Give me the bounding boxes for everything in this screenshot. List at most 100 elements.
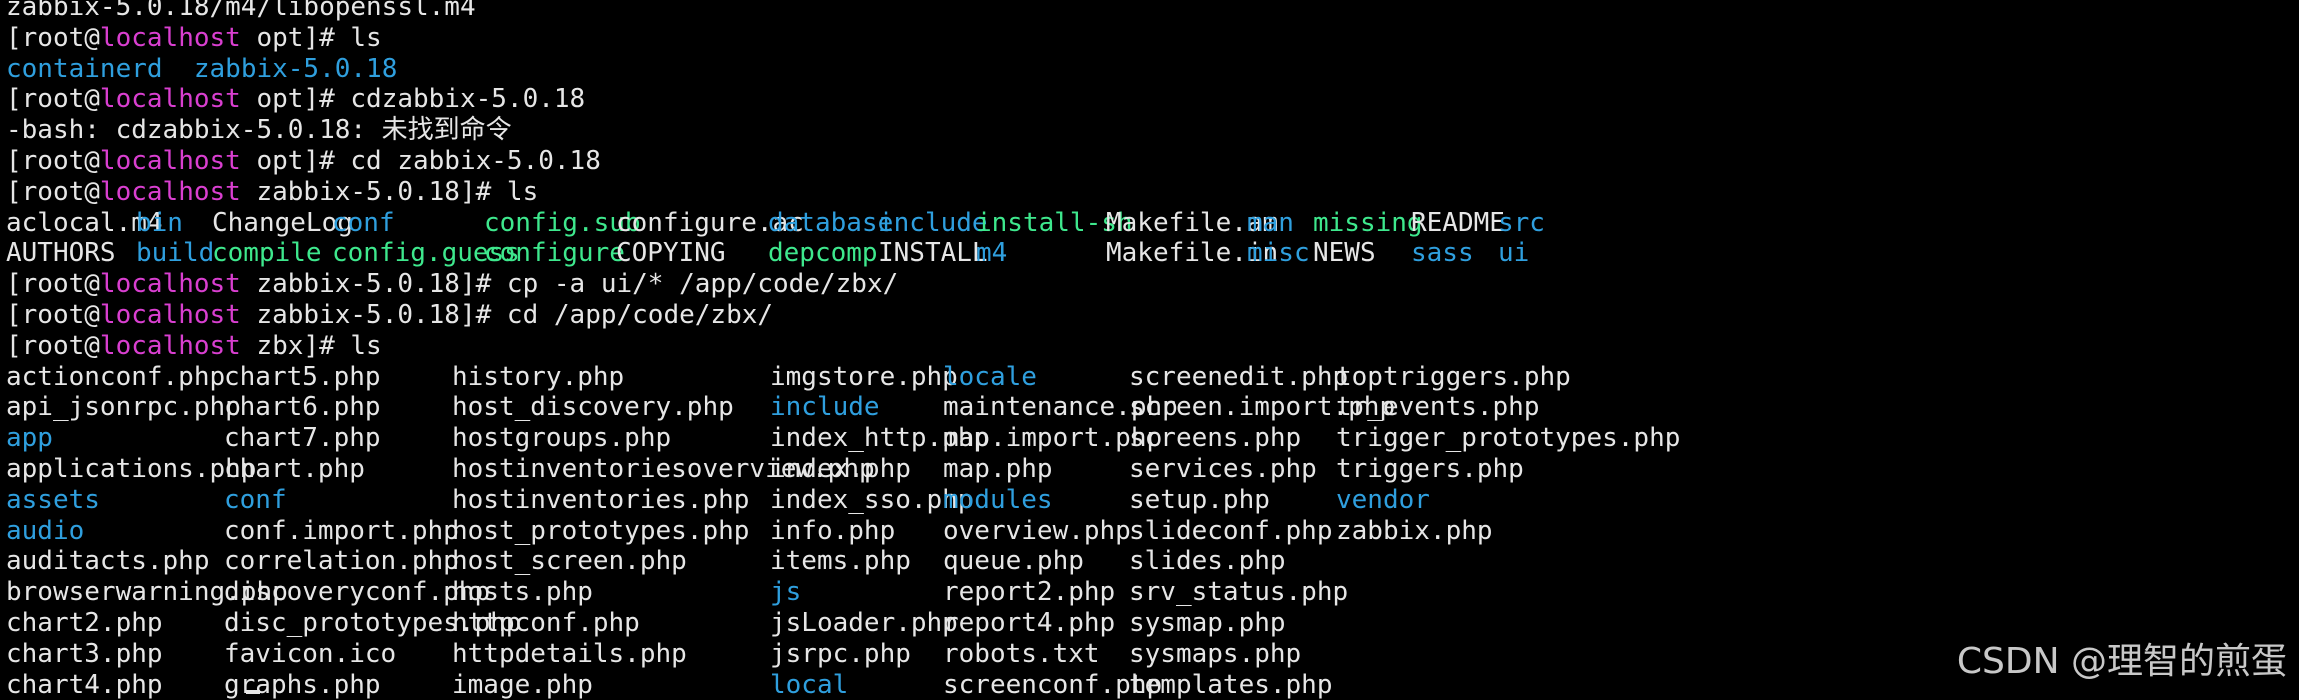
terminal-cursor: [246, 690, 260, 694]
file-entry: history.php: [452, 361, 625, 392]
terminal-output[interactable]: zabbix-5.0.18/m4/libopenssl.m4 [root@loca…: [6, 0, 1680, 700]
command-text: cd /app/code/zbx/: [506, 299, 774, 330]
dir-entry: include: [878, 207, 988, 238]
file-entry: chart5.php: [224, 361, 381, 392]
file-entry: chart7.php: [224, 423, 381, 454]
command-text: cdzabbix-5.0.18: [350, 84, 586, 115]
prompt-user: [root@: [6, 330, 100, 361]
exec-entry: configure: [484, 238, 625, 269]
file-entry: tr_events.php: [1336, 392, 1540, 423]
file-entry: sysmaps.php: [1129, 638, 1302, 669]
ls-row: applications.php chart.php hostinventories…: [6, 453, 1524, 485]
ls-row: chart4.php graphs.php image.php local screen…: [6, 669, 1333, 700]
ls-row: app chart7.php hostgroups.php index_http.ph…: [6, 423, 1680, 454]
dir-entry: conf: [332, 207, 395, 238]
exec-entry: compile: [212, 238, 322, 269]
file-entry: conf.import.php: [224, 515, 459, 546]
dir-entry: audio: [6, 515, 85, 546]
file-entry: report2.php: [943, 577, 1116, 608]
file-entry: NEWS: [1313, 238, 1376, 269]
file-entry: index.php: [770, 453, 911, 484]
file-entry: INSTALL: [878, 238, 988, 269]
file-entry: slideconf.php: [1129, 515, 1333, 546]
terminal-text: zabbix-5.0.18/m4/libopenssl.m4: [6, 0, 476, 22]
prompt-host: localhost: [99, 330, 241, 361]
dir-entry: m4: [976, 238, 1008, 269]
file-entry: applications.php: [6, 453, 257, 484]
file-entry: trigger_prototypes.php: [1336, 423, 1681, 454]
file-entry: httpconf.php: [452, 607, 640, 638]
prompt-line: [root@localhost opt]# cd zabbix-5.0.18: [6, 146, 898, 177]
file-entry: info.php: [770, 515, 896, 546]
dir-entry: include: [770, 392, 880, 423]
file-entry: host_discovery.php: [452, 392, 734, 423]
prompt-user: [root@: [6, 299, 100, 330]
file-entry: triggers.php: [1336, 453, 1524, 484]
file-entry: services.php: [1129, 453, 1317, 484]
file-entry: graphs.php: [224, 669, 381, 700]
file-entry: map.php: [943, 453, 1053, 484]
dir-entry: app: [6, 423, 53, 454]
file-entry: screens.php: [1129, 423, 1302, 454]
file-entry: hosts.php: [452, 577, 593, 608]
prompt-cwd: zbx]#: [240, 330, 351, 361]
ls-row: assets conf hostinventories.php index_sso.p…: [6, 484, 1430, 516]
file-entry: actionconf.php: [6, 361, 226, 392]
dir-entry: modules: [943, 484, 1053, 515]
file-entry: image.php: [452, 669, 593, 700]
dir-entry: conf: [224, 484, 287, 515]
ls-row: audio conf.import.php host_prototypes.php i…: [6, 515, 1493, 547]
file-entry: srv_status.php: [1129, 577, 1349, 608]
file-entry: setup.php: [1129, 484, 1270, 515]
file-entry: discoveryconf.php: [224, 577, 491, 608]
file-entry: sysmap.php: [1129, 607, 1286, 638]
file-entry: robots.txt: [943, 638, 1100, 669]
file-entry: hostgroups.php: [452, 423, 672, 454]
dir-entry: locale: [943, 361, 1037, 392]
prompt-host: localhost: [99, 269, 241, 300]
dir-entry: src: [1498, 207, 1545, 238]
file-entry: httpdetails.php: [452, 638, 687, 669]
dir-entry: containerd: [6, 53, 163, 84]
file-entry: favicon.ico: [224, 638, 397, 669]
file-entry: COPYING: [616, 238, 726, 269]
dir-entry: ui: [1498, 238, 1530, 269]
prompt-host: localhost: [99, 22, 241, 53]
ls-row: chart3.php favicon.ico httpdetails.php jsrp…: [6, 638, 1301, 670]
ls-line: containerd zabbix-5.0.18: [6, 54, 898, 85]
dir-entry: misc: [1247, 238, 1310, 269]
command-text: ls: [350, 330, 382, 361]
prompt-host: localhost: [99, 299, 241, 330]
file-entry: correlation.php: [224, 546, 459, 577]
prompt-user: [root@: [6, 22, 100, 53]
prompt-line: [root@localhost zabbix-5.0.18]# ls: [6, 177, 898, 208]
file-entry: jsrpc.php: [770, 638, 911, 669]
prompt-cwd: zabbix-5.0.18]#: [240, 269, 507, 300]
file-entry: chart.php: [224, 453, 365, 484]
file-entry: host_screen.php: [452, 546, 687, 577]
exec-entry: depcomp: [768, 238, 878, 269]
file-entry: queue.php: [943, 546, 1084, 577]
prompt-host: localhost: [99, 176, 241, 207]
command-text: ls: [506, 176, 539, 207]
dir-entry: man: [1247, 207, 1294, 238]
ls-row: chart2.php disc_prototypes.php httpconf.ph…: [6, 607, 1286, 639]
file-entry: overview.php: [943, 515, 1131, 546]
exec-entry: missing: [1313, 207, 1423, 238]
command-text: cp -a ui/* /app/code/zbx/: [506, 269, 899, 300]
file-entry: chart2.php: [6, 607, 163, 638]
file-entry: templates.php: [1129, 669, 1333, 700]
dir-entry: vendor: [1336, 484, 1430, 515]
ls-row: AUTHORS build compile config.guess configure…: [6, 238, 1529, 269]
prompt-cwd: opt]#: [240, 84, 351, 115]
file-entry: report4.php: [943, 607, 1116, 638]
command-text: ls: [350, 22, 382, 53]
file-entry: chart6.php: [224, 392, 381, 423]
ls-row: api_jsonrpc.php chart6.php host_discovery.…: [6, 392, 1540, 423]
dir-entry: bin: [136, 207, 183, 238]
file-entry: imgstore.php: [770, 361, 958, 392]
prompt-line: [root@localhost opt]# ls: [6, 23, 898, 54]
file-entry: AUTHORS: [6, 238, 116, 269]
file-entry: items.php: [770, 546, 911, 577]
